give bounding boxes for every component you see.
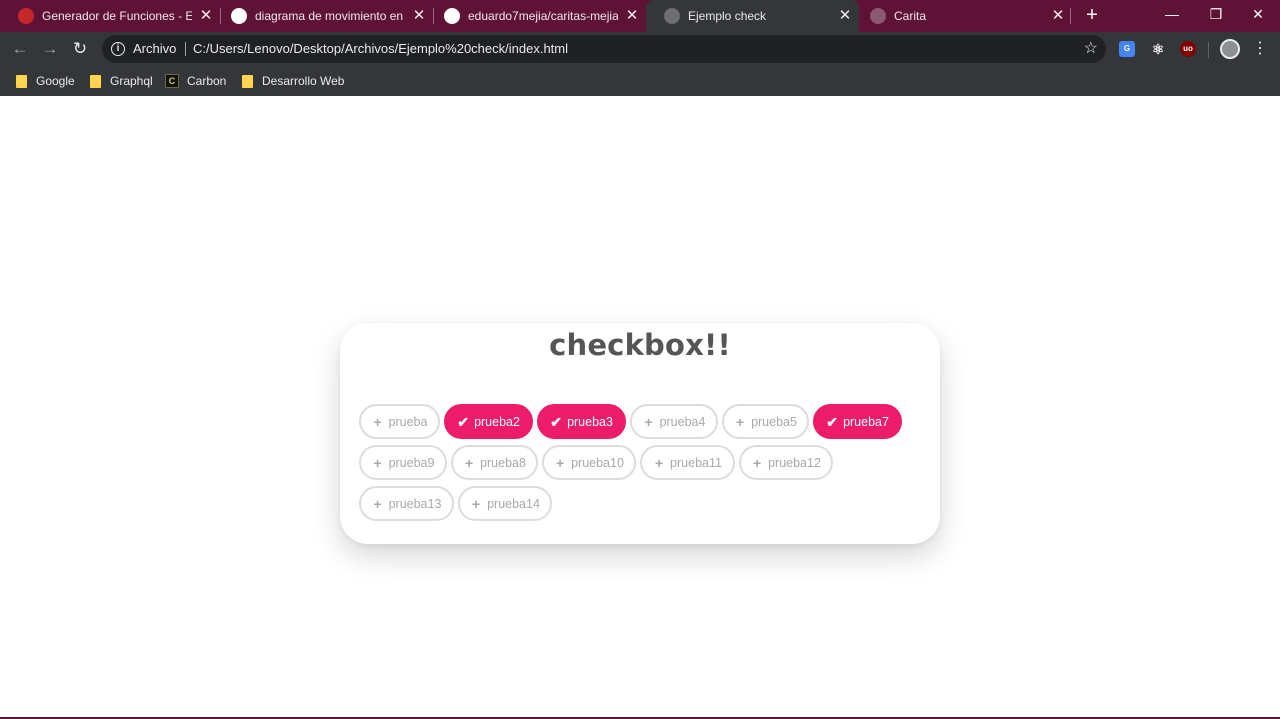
plus-icon: +: [373, 495, 382, 512]
bookmark-label: Graphql: [110, 74, 153, 88]
tab-carita[interactable]: Carita ✕: [852, 0, 1072, 32]
bookmarks-bar: Google Graphql C Carbon Desarrollo Web: [0, 66, 1280, 96]
checkbox-chip[interactable]: ✔ prueba3: [537, 404, 626, 439]
profile-avatar[interactable]: [1220, 39, 1240, 59]
back-button[interactable]: ←: [7, 36, 33, 62]
checkbox-chip[interactable]: ✔ prueba2: [444, 404, 533, 439]
new-tab-button[interactable]: +: [1080, 4, 1104, 28]
folder-icon: [16, 74, 27, 88]
chip-label: prueba10: [571, 455, 624, 470]
address-divider: [185, 42, 186, 56]
checkbox-chip[interactable]: + prueba11: [640, 445, 735, 480]
page-content: checkbox!! + prueba ✔ prueba2 ✔ prueba3 + pr…: [0, 96, 1280, 718]
tab-ejemplo-check[interactable]: Ejemplo check ✕: [646, 0, 859, 32]
tab-github-caritas[interactable]: eduardo7mejia/caritas-mejia: C ✕: [426, 0, 646, 32]
tab-title: Carita: [894, 9, 927, 23]
chip-label: prueba11: [670, 455, 722, 470]
close-icon[interactable]: ✕: [624, 8, 640, 24]
page-title: checkbox!!: [549, 328, 731, 362]
globe-icon: [664, 8, 680, 24]
checkbox-chip[interactable]: + prueba10: [542, 445, 636, 480]
ublock-extension-icon[interactable]: uo: [1180, 41, 1196, 57]
translate-extension-icon[interactable]: G: [1119, 41, 1135, 57]
chip-label: prueba9: [388, 455, 435, 470]
tab-title: diagrama de movimiento en la: [255, 9, 405, 23]
github-favicon-icon: [444, 8, 460, 24]
checkbox-chip[interactable]: + prueba4: [630, 404, 718, 439]
plus-icon: +: [373, 413, 382, 430]
tab-title: Ejemplo check: [688, 9, 767, 23]
minimize-button[interactable]: —: [1150, 0, 1194, 30]
bookmark-label: Google: [36, 74, 75, 88]
checkbox-chip[interactable]: + prueba5: [722, 404, 809, 439]
globe-icon: [870, 8, 886, 24]
restore-button[interactable]: ❐: [1194, 0, 1238, 30]
chip-label: prueba: [388, 414, 428, 429]
chip-label: prueba3: [567, 414, 613, 429]
check-icon: ✔: [826, 413, 838, 430]
chip-label: prueba4: [659, 414, 706, 429]
checkbox-card: checkbox!! + prueba ✔ prueba2 ✔ prueba3 + pr…: [340, 323, 940, 544]
js-favicon-icon: [18, 8, 34, 24]
bookmark-graphql[interactable]: Graphql: [90, 71, 153, 91]
window-close-button[interactable]: ✕: [1236, 0, 1280, 30]
chip-label: prueba8: [480, 455, 526, 470]
bookmark-label: Desarrollo Web: [262, 74, 345, 88]
carbon-icon: C: [165, 74, 179, 88]
tab-generador-funciones[interactable]: Generador de Funciones - Ecu ✕: [0, 0, 220, 32]
checkbox-chip[interactable]: + prueba8: [451, 445, 538, 480]
folder-icon: [90, 74, 101, 88]
react-devtools-icon[interactable]: ⚛: [1150, 41, 1166, 57]
close-icon[interactable]: ✕: [837, 8, 853, 24]
plus-icon: +: [464, 454, 474, 471]
address-bar[interactable]: i Archivo C:/Users/Lenovo/Desktop/Archiv…: [102, 35, 1106, 63]
site-scheme-label: Archivo: [133, 41, 177, 56]
checkbox-chip[interactable]: + prueba12: [739, 445, 833, 480]
tab-title: eduardo7mejia/caritas-mejia: C: [468, 9, 618, 23]
checkbox-chip[interactable]: + prueba: [359, 404, 440, 439]
close-icon[interactable]: ✕: [1050, 8, 1066, 24]
bookmark-desarrollo-web[interactable]: Desarrollo Web: [242, 71, 344, 91]
toolbar-divider: [1208, 42, 1209, 58]
close-icon[interactable]: ✕: [198, 8, 214, 24]
checkbox-chip[interactable]: + prueba9: [359, 445, 447, 480]
url-text[interactable]: C:/Users/Lenovo/Desktop/Archivos/Ejemplo…: [193, 41, 568, 56]
close-icon[interactable]: ✕: [411, 8, 427, 24]
bookmark-star-icon[interactable]: ☆: [1084, 38, 1098, 58]
info-icon[interactable]: i: [111, 42, 125, 56]
check-icon: ✔: [550, 413, 562, 430]
checkbox-chip[interactable]: + prueba13: [359, 486, 454, 521]
chip-label: prueba7: [843, 414, 889, 429]
checkbox-chip[interactable]: + prueba14: [458, 486, 552, 521]
chip-label: prueba5: [751, 414, 797, 429]
forward-button[interactable]: →: [37, 36, 63, 62]
tab-diagrama[interactable]: diagrama de movimiento en la ✕: [213, 0, 433, 32]
chip-label: prueba13: [388, 496, 442, 511]
reload-button[interactable]: ↻: [67, 36, 93, 62]
chip-label: prueba2: [474, 414, 520, 429]
tab-title: Generador de Funciones - Ecu: [42, 9, 192, 23]
bookmark-google[interactable]: Google: [16, 71, 75, 91]
plus-icon: +: [752, 454, 762, 471]
chip-label: prueba12: [768, 455, 821, 470]
plus-icon: +: [373, 454, 382, 471]
checkbox-chip[interactable]: ✔ prueba7: [813, 404, 902, 439]
google-favicon-icon: [231, 8, 247, 24]
plus-icon: +: [735, 413, 745, 430]
folder-icon: [242, 74, 253, 88]
chip-label: prueba14: [487, 496, 540, 511]
plus-icon: +: [555, 454, 565, 471]
browser-toolbar: ← → ↻ i Archivo C:/Users/Lenovo/Desktop/…: [0, 32, 1280, 66]
tab-strip: Generador de Funciones - Ecu ✕ diagrama …: [0, 0, 1280, 32]
browser-menu-icon[interactable]: ⋮: [1250, 36, 1270, 62]
bookmark-label: Carbon: [187, 74, 227, 88]
bookmark-carbon[interactable]: C Carbon: [165, 71, 226, 91]
plus-icon: +: [471, 495, 481, 512]
plus-icon: +: [644, 413, 653, 430]
tab-separator: [1070, 8, 1071, 24]
check-icon: ✔: [457, 413, 469, 430]
plus-icon: +: [654, 454, 664, 471]
